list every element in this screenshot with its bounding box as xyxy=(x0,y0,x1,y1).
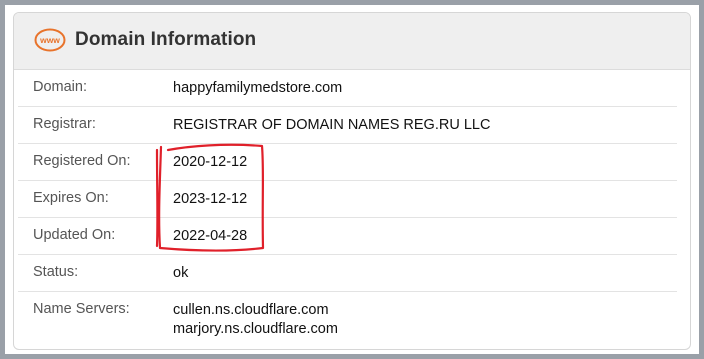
domain-label: Domain: xyxy=(33,79,87,95)
name-server-1: cullen.ns.cloudflare.com xyxy=(173,302,329,318)
status-value: ok xyxy=(173,265,189,281)
table-row-registered-on: Registered On: 2020-12-12 xyxy=(18,144,677,181)
name-server-2: marjory.ns.cloudflare.com xyxy=(173,321,338,337)
updated-on-value: 2022-04-28 xyxy=(173,228,248,244)
domain-value: happyfamilymedstore.com xyxy=(173,80,343,96)
registered-on-value: 2020-12-12 xyxy=(173,154,248,170)
table-row-name-servers: Name Servers: cullen.ns.cloudflare.com m… xyxy=(18,292,677,349)
table-row-registrar: Registrar: REGISTRAR OF DOMAIN NAMES REG… xyxy=(18,107,677,144)
expires-on-label: Expires On: xyxy=(33,190,109,206)
name-servers-label: Name Servers: xyxy=(33,301,130,317)
table-row-status: Status: ok xyxy=(18,255,677,292)
registrar-value: REGISTRAR OF DOMAIN NAMES REG.RU LLC xyxy=(173,117,491,133)
screenshot-frame: www Domain Information Domain: happyfami… xyxy=(5,5,699,354)
domain-info-card: www Domain Information Domain: happyfami… xyxy=(13,12,691,350)
updated-on-label: Updated On: xyxy=(33,227,116,243)
www-icon: www xyxy=(34,28,66,52)
card-header: www Domain Information xyxy=(14,13,690,70)
expires-on-value: 2023-12-12 xyxy=(173,191,248,207)
table-row-updated-on: Updated On: 2022-04-28 xyxy=(18,218,677,255)
table-row-expires-on: Expires On: 2023-12-12 xyxy=(18,181,677,218)
registrar-label: Registrar: xyxy=(33,116,96,132)
status-label: Status: xyxy=(33,264,79,280)
registered-on-label: Registered On: xyxy=(33,153,131,169)
name-servers-value: cullen.ns.cloudflare.com marjory.ns.clou… xyxy=(173,301,338,339)
card-title: Domain Information xyxy=(75,29,257,50)
info-table: Domain: happyfamilymedstore.com Registra… xyxy=(14,70,690,349)
www-icon-text: www xyxy=(39,35,60,45)
table-row-domain: Domain: happyfamilymedstore.com xyxy=(18,70,677,107)
